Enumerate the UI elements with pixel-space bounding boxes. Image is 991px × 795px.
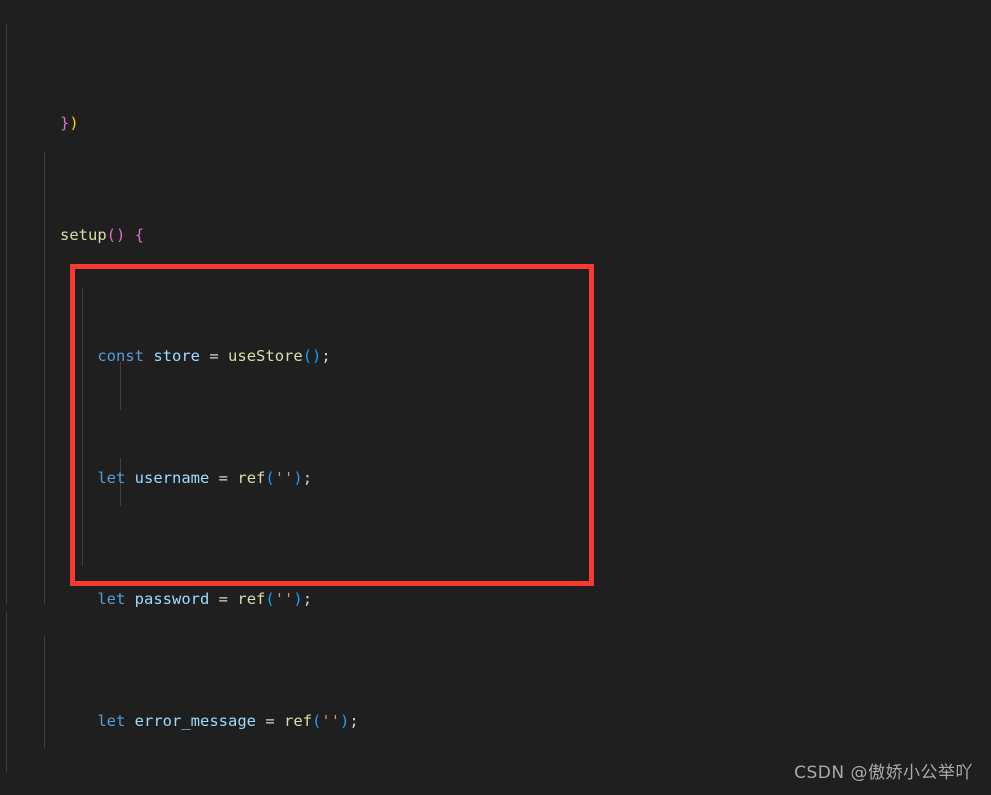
code-text-surface[interactable]: }) setup() { const store = useStore(); l… (0, 0, 991, 795)
code-line-6-text: let error_message = ref(''); (97, 711, 359, 730)
code-editor-pane[interactable]: }) setup() { const store = useStore(); l… (0, 0, 991, 795)
code-line-5[interactable]: let password = ref(''); (0, 563, 991, 608)
code-line-3[interactable]: const store = useStore(); (0, 320, 991, 365)
code-line-4[interactable]: let username = ref(''); (0, 441, 991, 487)
code-line-1-text: }) (60, 114, 79, 133)
code-line-2-text: setup() { (60, 225, 145, 244)
code-line-4-text: let username = ref(''); (97, 468, 313, 487)
code-line-1[interactable]: }) (0, 87, 991, 132)
code-line-6[interactable]: let error_message = ref(''); (0, 684, 991, 730)
code-line-3-text: const store = useStore(); (97, 347, 331, 366)
code-line-2[interactable]: setup() { (0, 198, 991, 244)
watermark-text: CSDN @傲娇小公举吖 (794, 763, 973, 783)
code-line-5-text: let password = ref(''); (97, 590, 313, 609)
